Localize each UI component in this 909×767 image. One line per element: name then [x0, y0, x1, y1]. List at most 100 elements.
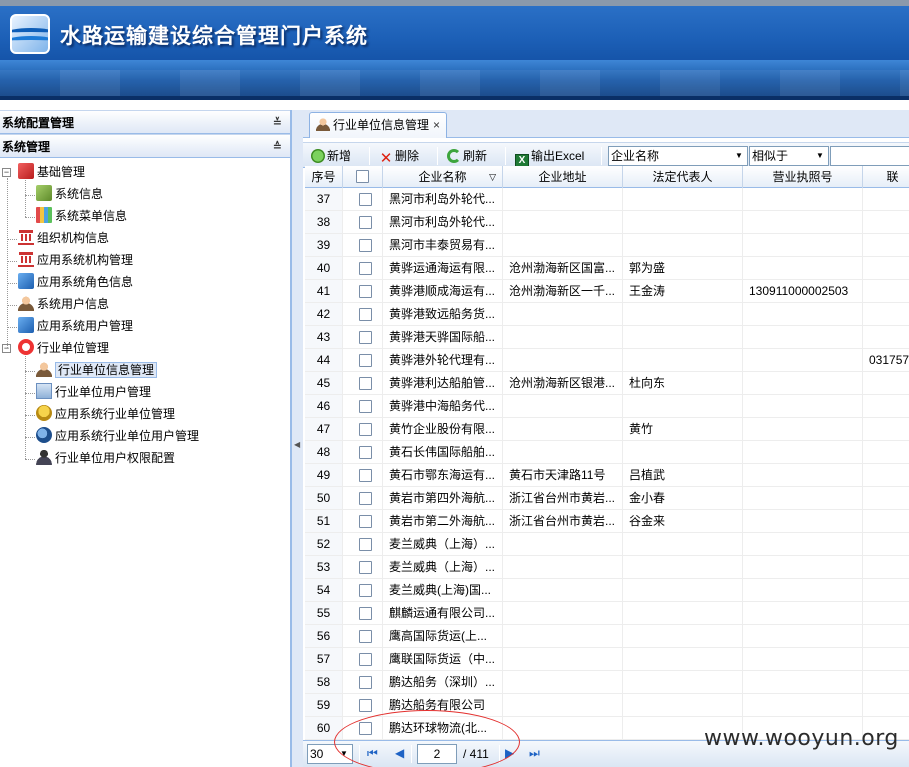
prev-page-icon[interactable]: ◀ [395, 746, 404, 760]
collapse-left-icon[interactable]: ◀ [294, 440, 300, 449]
refresh-button[interactable]: 刷新 [447, 146, 487, 166]
sort-down-icon[interactable]: ▽ [489, 166, 496, 188]
table-row[interactable]: 59 鹏达船务有限公司 [305, 694, 909, 717]
accordion-system-management[interactable]: 系统管理 ≙ [0, 134, 290, 158]
row-checkbox[interactable] [359, 354, 372, 367]
chevron-down-icon[interactable]: ▼ [812, 147, 828, 165]
row-checkbox[interactable] [359, 285, 372, 298]
sidebar-item[interactable]: 系统菜单信息 [36, 206, 127, 226]
row-checkbox[interactable] [359, 699, 372, 712]
row-checkbox[interactable] [359, 561, 372, 574]
row-checkbox[interactable] [359, 722, 372, 735]
row-checkbox[interactable] [359, 469, 372, 482]
row-checkbox[interactable] [359, 262, 372, 275]
toolbar: 新增 ✕ 删除 刷新 X 输出Excel 企业名称 ▼ 相似于 ▼ [303, 142, 909, 168]
table-row[interactable]: 50 黄岩市第四外海航... 浙江省台州市黄岩... 金小春 [305, 487, 909, 510]
search-field-select[interactable]: 企业名称 ▼ [608, 146, 748, 166]
search-input[interactable] [830, 146, 909, 166]
accordion-system-config[interactable]: 系统配置管理 ≚ [0, 110, 290, 134]
column-header[interactable]: 企业地址 [503, 166, 623, 188]
sidebar-item[interactable]: 应用系统角色信息 [18, 272, 133, 292]
table-row[interactable]: 47 黄竹企业股份有限... 黄竹 [305, 418, 909, 441]
row-number: 59 [305, 694, 343, 716]
page-number-input[interactable]: 2 [417, 744, 457, 764]
next-page-icon[interactable]: ▶ [505, 746, 514, 760]
close-icon[interactable]: × [433, 118, 440, 132]
row-checkbox[interactable] [359, 400, 372, 413]
sidebar-item[interactable]: 行业单位管理 [18, 338, 109, 358]
select-all-checkbox[interactable] [343, 166, 383, 188]
sidebar-item[interactable]: 行业单位信息管理 [36, 360, 158, 380]
sidebar-item[interactable]: 应用系统行业单位管理 [36, 404, 175, 424]
row-checkbox[interactable] [359, 607, 372, 620]
row-checkbox[interactable] [359, 653, 372, 666]
row-checkbox[interactable] [359, 630, 372, 643]
checkbox[interactable] [356, 170, 369, 183]
table-row[interactable]: 48 黄石长伟国际船舶... [305, 441, 909, 464]
table-row[interactable]: 54 麦兰威典(上海)国... [305, 579, 909, 602]
table-cell: 黑河市利岛外轮代... [383, 188, 503, 210]
table-cell: 沧州渤海新区银港... [503, 372, 623, 394]
table-row[interactable]: 39 黑河市丰泰贸易有... [305, 234, 909, 257]
sidebar-item[interactable]: 应用系统行业单位用户管理 [36, 426, 199, 446]
column-header[interactable]: 联 [863, 166, 909, 188]
table-row[interactable]: 40 黄骅运通海运有限... 沧州渤海新区国富... 郭为盛 [305, 257, 909, 280]
row-checkbox[interactable] [359, 308, 372, 321]
tab-company-info[interactable]: 行业单位信息管理 × [309, 112, 448, 138]
row-checkbox[interactable] [359, 377, 372, 390]
table-row[interactable]: 42 黄骅港致远船务货... [305, 303, 909, 326]
column-header[interactable]: 法定代表人 [623, 166, 743, 188]
delete-button[interactable]: ✕ 删除 [379, 146, 419, 166]
row-checkbox[interactable] [359, 446, 372, 459]
row-checkbox[interactable] [359, 331, 372, 344]
column-header[interactable]: 企业名称 ▽ [383, 166, 503, 188]
table-row[interactable]: 37 黑河市利岛外轮代... [305, 188, 909, 211]
sidebar-item[interactable]: 系统用户信息 [18, 294, 109, 314]
chevron-down-icon[interactable]: ▼ [731, 147, 747, 165]
sidebar-item[interactable]: 行业单位用户权限配置 [36, 448, 175, 468]
expand-icon[interactable]: ≚ [273, 111, 282, 135]
export-excel-button[interactable]: X 输出Excel [515, 146, 584, 168]
column-header[interactable]: 营业执照号 [743, 166, 863, 188]
row-checkbox[interactable] [359, 492, 372, 505]
table-row[interactable]: 49 黄石市鄂东海运有... 黄石市天津路11号 吕植武 [305, 464, 909, 487]
page-size-select[interactable]: 30 ▼ [307, 744, 353, 764]
table-row[interactable]: 51 黄岩市第二外海航... 浙江省台州市黄岩... 谷金来 [305, 510, 909, 533]
row-checkbox[interactable] [359, 584, 372, 597]
table-row[interactable]: 46 黄骅港中海船务代... [305, 395, 909, 418]
table-row[interactable]: 44 黄骅港外轮代理有... 031757 [305, 349, 909, 372]
header-bottom-line [0, 96, 909, 100]
row-checkbox[interactable] [359, 515, 372, 528]
column-header[interactable]: 序号 [305, 166, 343, 188]
table-row[interactable]: 38 黑河市利岛外轮代... [305, 211, 909, 234]
table-row[interactable]: 41 黄骅港顺成海运有... 沧州渤海新区一千... 王金涛 1309110000025… [305, 280, 909, 303]
first-page-icon[interactable]: ⏮ [367, 746, 378, 761]
add-button[interactable]: 新增 [311, 146, 351, 166]
table-row[interactable]: 56 鹰高国际货运(上... [305, 625, 909, 648]
row-checkbox[interactable] [359, 216, 372, 229]
sidebar-item[interactable]: 行业单位用户管理 [36, 382, 151, 402]
row-checkbox[interactable] [359, 676, 372, 689]
collapse-icon[interactable]: ≙ [273, 135, 282, 159]
sidebar-item[interactable]: 基础管理 [18, 162, 85, 182]
table-row[interactable]: 55 麒麟运通有限公司... [305, 602, 909, 625]
table-row[interactable]: 57 鹰联国际货运（中... [305, 648, 909, 671]
search-operator-select[interactable]: 相似于 ▼ [749, 146, 829, 166]
row-checkbox[interactable] [359, 423, 372, 436]
table-row[interactable]: 45 黄骅港利达船舶管... 沧州渤海新区银港... 杜向东 [305, 372, 909, 395]
last-page-icon[interactable]: ⏭ [529, 746, 540, 761]
row-checkbox[interactable] [359, 538, 372, 551]
chevron-down-icon[interactable]: ▼ [336, 745, 352, 763]
table-row[interactable]: 58 鹏达船务（深圳）... [305, 671, 909, 694]
sidebar-item[interactable]: 应用系统用户管理 [18, 316, 133, 336]
table-row[interactable]: 43 黄骅港天骅国际船... [305, 326, 909, 349]
sidebar-item[interactable]: 组织机构信息 [18, 228, 109, 248]
row-checkbox[interactable] [359, 193, 372, 206]
tree-collapse-icon[interactable]: − [2, 168, 11, 177]
panel-splitter[interactable]: ◀ [291, 110, 303, 767]
sidebar-item[interactable]: 应用系统机构管理 [18, 250, 133, 270]
sidebar-item[interactable]: 系统信息 [36, 184, 103, 204]
row-checkbox[interactable] [359, 239, 372, 252]
table-row[interactable]: 52 麦兰威典（上海）... [305, 533, 909, 556]
table-row[interactable]: 53 麦兰威典（上海）... [305, 556, 909, 579]
